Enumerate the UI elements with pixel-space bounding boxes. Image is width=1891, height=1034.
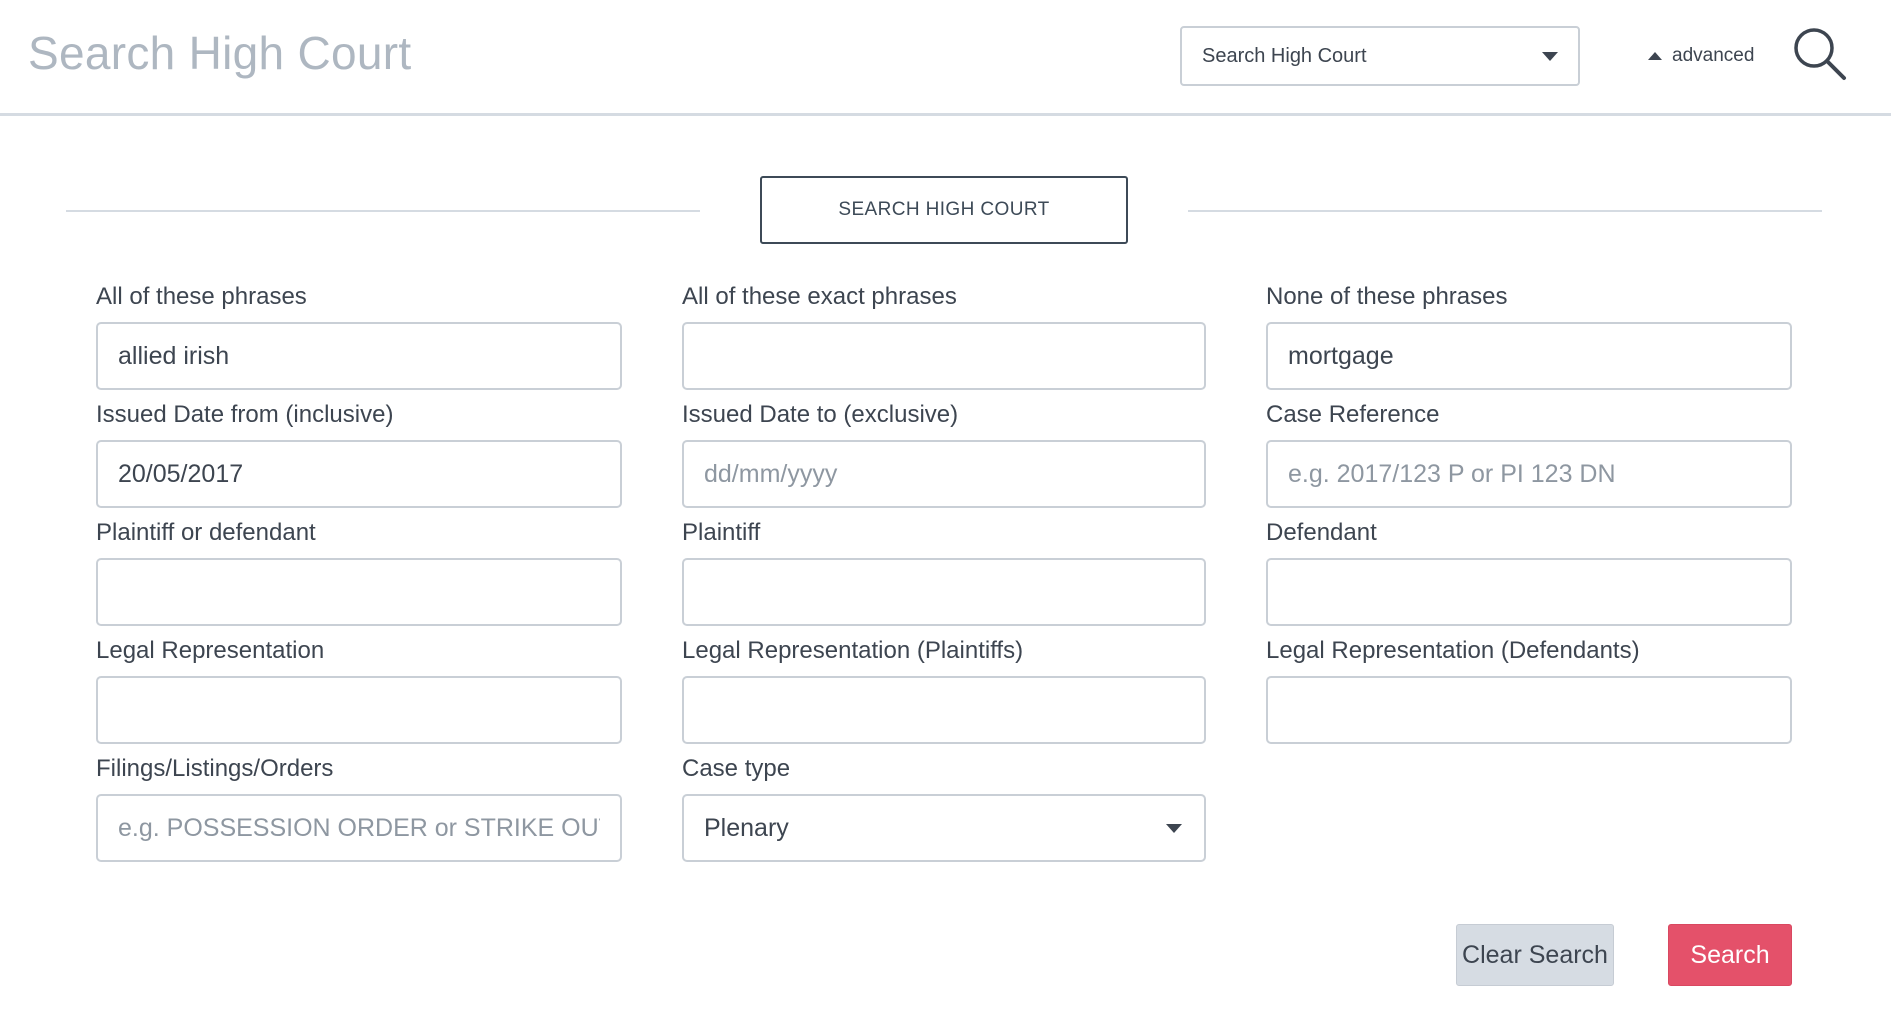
field-plaintiff-or-defendant: Plaintiff or defendant bbox=[96, 516, 622, 626]
search-icon[interactable] bbox=[1792, 26, 1848, 82]
search-scope-select[interactable]: Search High Court bbox=[1180, 26, 1580, 86]
legal-representation-label: Legal Representation bbox=[96, 637, 325, 664]
field-case-type: Case type Plenary bbox=[682, 752, 1206, 862]
exact-phrases-input[interactable] bbox=[682, 322, 1206, 390]
field-exact-phrases: All of these exact phrases bbox=[682, 280, 1206, 390]
case-type-select[interactable]: Plenary bbox=[682, 794, 1206, 862]
filings-input[interactable] bbox=[96, 794, 622, 862]
advanced-toggle[interactable]: advanced bbox=[1648, 42, 1754, 70]
top-header: Search High Court Search High Court adva… bbox=[0, 0, 1891, 116]
plaintiff-input[interactable] bbox=[682, 558, 1206, 626]
field-legal-representation-defendants: Legal Representation (Defendants) bbox=[1266, 634, 1792, 744]
clear-search-button[interactable]: Clear Search bbox=[1456, 924, 1614, 986]
legal-representation-defendants-label: Legal Representation (Defendants) bbox=[1266, 637, 1640, 664]
case-type-label: Case type bbox=[682, 755, 791, 782]
case-reference-input[interactable] bbox=[1266, 440, 1792, 508]
field-case-reference: Case Reference bbox=[1266, 398, 1792, 508]
search-scope-select-value: Search High Court bbox=[1202, 44, 1367, 67]
none-phrases-label: None of these phrases bbox=[1266, 283, 1508, 310]
case-reference-label: Case Reference bbox=[1266, 401, 1440, 428]
legal-representation-plaintiffs-label: Legal Representation (Plaintiffs) bbox=[682, 637, 1024, 664]
field-legal-representation: Legal Representation bbox=[96, 634, 622, 744]
divider-left bbox=[66, 210, 700, 212]
field-none-phrases: None of these phrases bbox=[1266, 280, 1792, 390]
chevron-down-icon bbox=[1166, 823, 1182, 833]
field-all-phrases: All of these phrases bbox=[96, 280, 622, 390]
all-phrases-input[interactable] bbox=[96, 322, 622, 390]
field-legal-representation-plaintiffs: Legal Representation (Plaintiffs) bbox=[682, 634, 1206, 744]
field-defendant: Defendant bbox=[1266, 516, 1792, 626]
legal-representation-defendants-input[interactable] bbox=[1266, 676, 1792, 744]
plaintiff-label: Plaintiff bbox=[682, 519, 761, 546]
legal-representation-input[interactable] bbox=[96, 676, 622, 744]
plaintiff-or-defendant-label: Plaintiff or defendant bbox=[96, 519, 316, 546]
all-phrases-label: All of these phrases bbox=[96, 283, 307, 310]
page-title: Search High Court bbox=[28, 27, 412, 79]
field-filings-listings-orders: Filings/Listings/Orders bbox=[96, 752, 622, 862]
field-date-from: Issued Date from (inclusive) bbox=[96, 398, 622, 508]
date-from-label: Issued Date from (inclusive) bbox=[96, 401, 394, 428]
date-to-input[interactable] bbox=[682, 440, 1206, 508]
defendant-input[interactable] bbox=[1266, 558, 1792, 626]
plaintiff-or-defendant-input[interactable] bbox=[96, 558, 622, 626]
field-plaintiff: Plaintiff bbox=[682, 516, 1206, 626]
search-button[interactable]: Search bbox=[1668, 924, 1792, 986]
date-to-label: Issued Date to (exclusive) bbox=[682, 401, 959, 428]
advanced-label: advanced bbox=[1672, 45, 1755, 66]
search-high-court-section-button[interactable]: SEARCH HIGH COURT bbox=[760, 176, 1128, 244]
case-type-select-value: Plenary bbox=[704, 813, 789, 842]
field-date-to: Issued Date to (exclusive) bbox=[682, 398, 1206, 508]
defendant-label: Defendant bbox=[1266, 519, 1377, 546]
date-from-input[interactable] bbox=[96, 440, 622, 508]
caret-up-icon bbox=[1648, 52, 1662, 60]
legal-representation-plaintiffs-input[interactable] bbox=[682, 676, 1206, 744]
exact-phrases-label: All of these exact phrases bbox=[682, 283, 957, 310]
chevron-down-icon bbox=[1542, 51, 1558, 61]
filings-label: Filings/Listings/Orders bbox=[96, 755, 334, 782]
none-phrases-input[interactable] bbox=[1266, 322, 1792, 390]
divider-right bbox=[1188, 210, 1822, 212]
